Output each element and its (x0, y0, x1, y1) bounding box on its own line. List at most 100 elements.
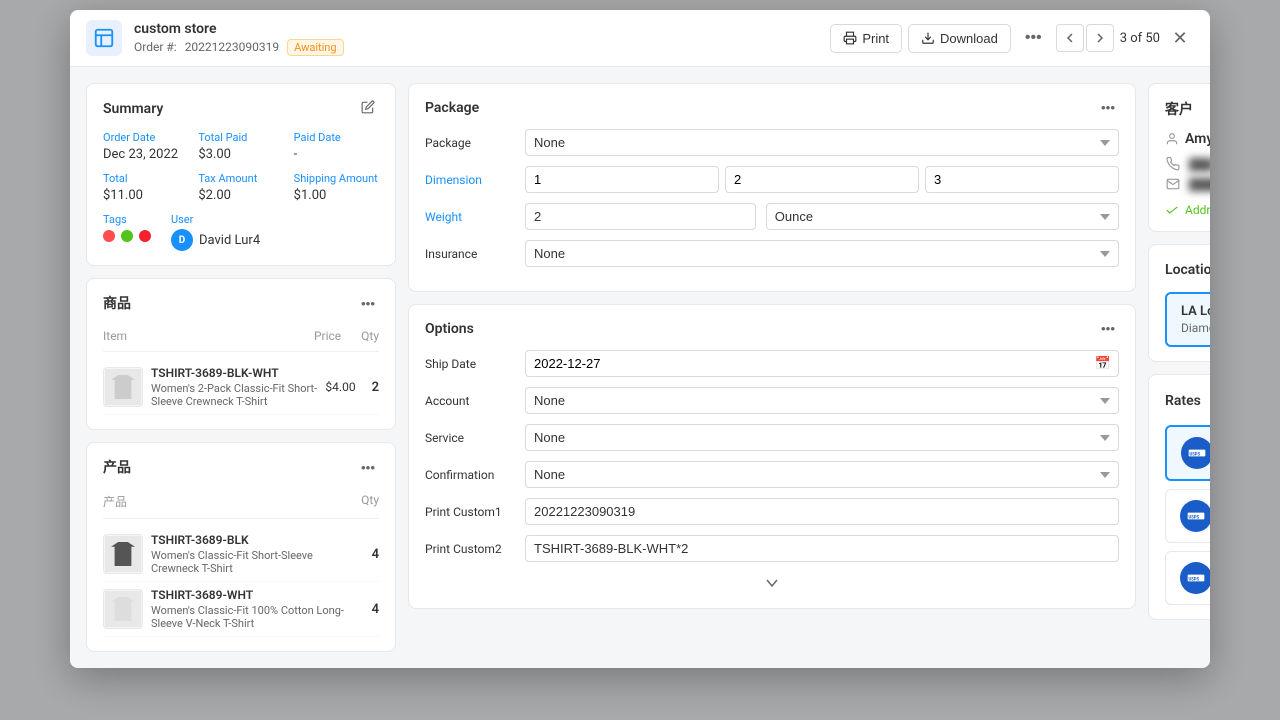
product-image-1 (103, 534, 143, 574)
options-more-button[interactable]: ••• (1097, 319, 1119, 338)
tags-item: Tags (103, 213, 151, 251)
product-qty-1: 4 (372, 547, 379, 562)
summary-title: Summary (103, 101, 163, 117)
tag-dark-red (139, 230, 151, 242)
usps-icon-1: USPS (1186, 506, 1206, 526)
insurance-row: Insurance None (425, 240, 1119, 267)
prev-button[interactable] (1056, 24, 1084, 52)
service-label: Service (425, 431, 515, 445)
left-panel: Summary Order Date Dec 23, 2022 Total Pa… (86, 83, 396, 652)
usps-icon-0: USPS (1187, 443, 1207, 463)
user-item: User D David Lur4 (171, 213, 260, 251)
close-button[interactable]: ✕ (1166, 24, 1194, 52)
tax-amount-item: Tax Amount $2.00 (198, 172, 283, 203)
package-label: Package (425, 136, 515, 150)
product-row-2: TSHIRT-3689-WHT Women's Classic-Fit 100%… (103, 582, 379, 637)
print-icon (843, 31, 857, 45)
store-name: custom store (134, 21, 818, 37)
download-label: Download (940, 31, 998, 46)
download-button[interactable]: Download (908, 24, 1011, 53)
product-qty: 2 (372, 380, 379, 395)
col-price: Price (314, 329, 341, 343)
package-more-button[interactable]: ••• (1097, 98, 1119, 117)
rates-header: Rates List Rate Buy Label (1165, 389, 1210, 413)
chevron-right-icon (1095, 33, 1105, 43)
phone-icon (1165, 157, 1181, 171)
location-header: Location (1165, 259, 1210, 280)
print-custom1-label: Print Custom1 (425, 505, 515, 519)
col-qty: Qty (361, 329, 379, 343)
carrier-icon-0: USPS (1181, 437, 1210, 469)
options-title: Options (425, 321, 474, 337)
dim3-input[interactable] (925, 166, 1119, 193)
confirmation-select[interactable]: None (525, 461, 1119, 488)
products2-table-header: 产品 Qty (103, 489, 379, 519)
options-section: Options ••• Ship Date 📅 Account Non (408, 304, 1136, 609)
weight-row: Weight Ounce (425, 203, 1119, 230)
rate-card-1[interactable]: USPS USPS First Class Mail usps tier4 $3… (1165, 489, 1210, 543)
service-select[interactable]: None (525, 424, 1119, 451)
product-name-1: Women's Classic-Fit Short-Sleeve Crewnec… (151, 549, 364, 575)
customer-phone-row: ███-███-████ ████████████████ (1165, 157, 1210, 171)
print-custom1-input[interactable] (525, 498, 1119, 525)
nav-buttons (1056, 24, 1114, 52)
rate-card-2[interactable]: USPS USPS First Class Mail usps $3.64 3 … (1165, 551, 1210, 605)
location-section: Location LA Location (1148, 244, 1210, 362)
customer-name: Amy (1165, 131, 1210, 147)
store-info: custom store Order #: 20221223090319 Awa… (134, 21, 818, 56)
weight-unit-select[interactable]: Ounce (766, 203, 1119, 230)
chevron-left-icon (1065, 33, 1075, 43)
summary-grid: Order Date Dec 23, 2022 Total Paid $3.00… (103, 131, 379, 203)
print-button[interactable]: Print (830, 24, 902, 53)
expand-options-button[interactable] (425, 572, 1119, 594)
ship-date-input[interactable] (525, 350, 1119, 377)
location-name: LA Location (1181, 304, 1210, 319)
modal-header: custom store Order #: 20221223090319 Awa… (70, 10, 1210, 67)
carrier-icon-2: USPS (1180, 562, 1210, 594)
products-more-button[interactable]: ••• (357, 294, 379, 313)
address-verified: Address verified success (1165, 203, 1210, 217)
next-button[interactable] (1086, 24, 1114, 52)
product-row-1: TSHIRT-3689-BLK Women's Classic-Fit Shor… (103, 527, 379, 582)
order-date-label: Order Date (103, 131, 188, 144)
shipping-amount-value: $1.00 (294, 188, 379, 203)
package-select[interactable]: None (525, 129, 1119, 156)
package-header: Package ••• (425, 98, 1119, 117)
insurance-select[interactable]: None (525, 240, 1119, 267)
paid-date-value: - (294, 147, 379, 162)
dim1-input[interactable] (525, 166, 719, 193)
col-item: Item (103, 329, 127, 343)
products2-more-button[interactable]: ••• (357, 458, 379, 477)
summary-edit-button[interactable] (357, 98, 379, 119)
dim2-input[interactable] (725, 166, 919, 193)
products-title: 商品 (103, 293, 131, 313)
tax-amount-value: $2.00 (198, 188, 283, 203)
summary-section: Summary Order Date Dec 23, 2022 Total Pa… (86, 83, 396, 266)
email-icon (1165, 177, 1181, 191)
account-row: Account None (425, 387, 1119, 414)
product-image-2 (103, 589, 143, 629)
tag-red (103, 230, 115, 242)
product-qty-2: 4 (372, 602, 379, 617)
products-section2: 产品 ••• 产品 Qty TSHIRT (86, 442, 396, 652)
print-custom2-input[interactable] (525, 535, 1119, 562)
product-sku: TSHIRT-3689-BLK-WHT (151, 366, 317, 380)
products2-title: 产品 (103, 457, 131, 477)
edit-icon (361, 100, 375, 114)
print-label: Print (862, 31, 889, 46)
usps-icon-2: USPS (1186, 568, 1206, 588)
more-options-button[interactable]: ••• (1017, 23, 1050, 53)
ship-date-label: Ship Date (425, 357, 515, 371)
package-section: Package ••• Package None Dimension (408, 83, 1136, 292)
total-paid-value: $3.00 (198, 147, 283, 162)
tax-amount-label: Tax Amount (198, 172, 283, 185)
col-product: 产品 (103, 493, 127, 510)
order-date-value: Dec 23, 2022 (103, 147, 188, 162)
account-select[interactable]: None (525, 387, 1119, 414)
rate-card-0[interactable]: USPS USPS First Class Mail usps tier5 $3… (1165, 425, 1210, 481)
user-name: David Lur4 (199, 233, 260, 248)
product-info-2: TSHIRT-3689-WHT Women's Classic-Fit 100%… (151, 588, 364, 630)
location-option[interactable]: LA Location 538 km Diamond Bar, CA (1165, 292, 1210, 347)
total-item: Total $11.00 (103, 172, 188, 203)
weight-input[interactable] (525, 203, 756, 230)
